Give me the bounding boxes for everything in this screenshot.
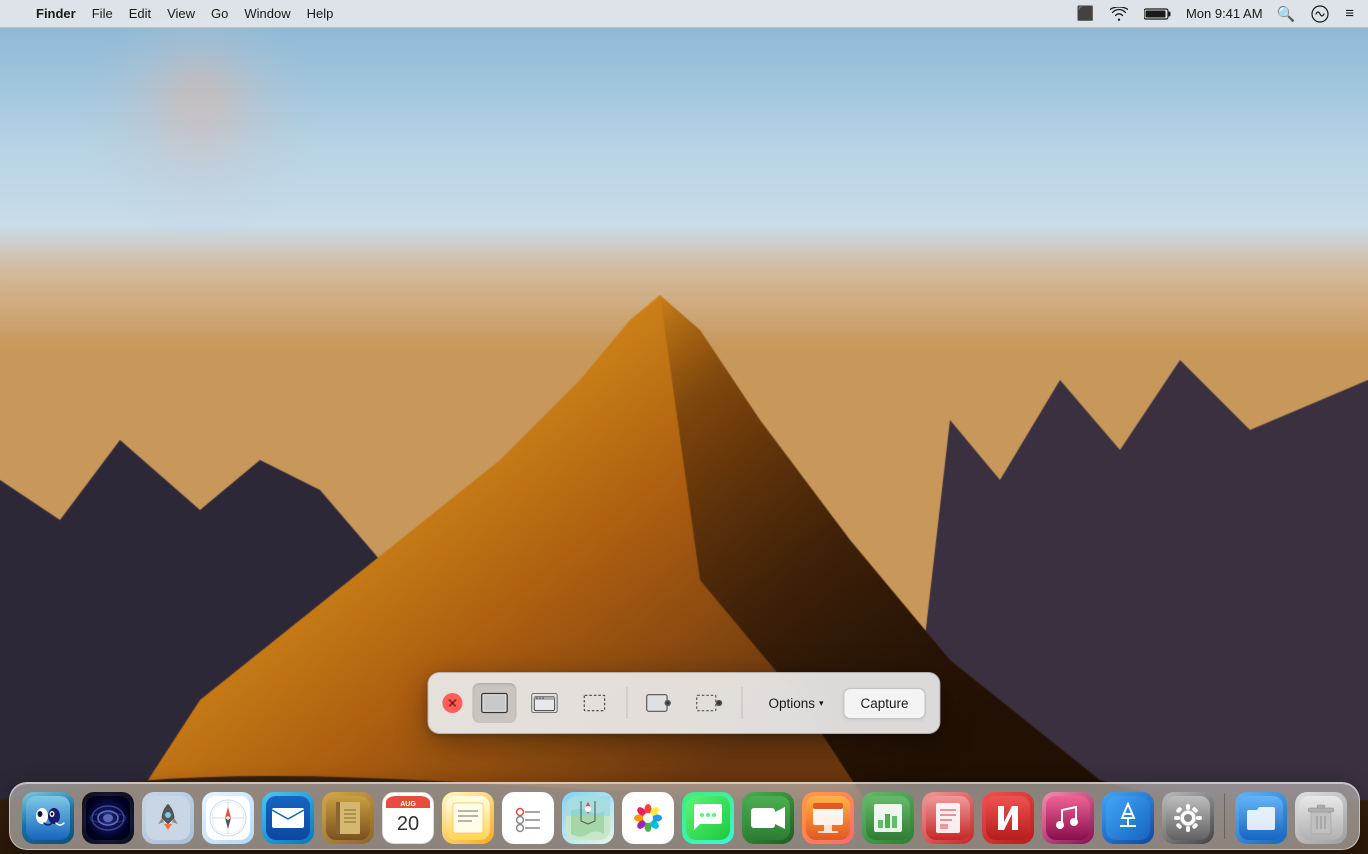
capture-selection-icon bbox=[580, 692, 608, 714]
airplay-icon[interactable]: ⬛ bbox=[1071, 5, 1100, 22]
reminders-icon bbox=[502, 792, 554, 844]
dock-photos[interactable] bbox=[620, 788, 676, 844]
screenshot-toolbar: Options ▾ Capture bbox=[427, 672, 940, 734]
dock-inner: AUG 20 bbox=[9, 782, 1360, 850]
dock-notes-app[interactable] bbox=[320, 788, 376, 844]
pages-icon bbox=[922, 792, 974, 844]
notification-center-icon[interactable]: ≡ bbox=[1339, 5, 1360, 22]
toolbar-separator-1 bbox=[626, 687, 627, 719]
dock-reminders[interactable] bbox=[500, 788, 556, 844]
dock-separator bbox=[1224, 793, 1225, 839]
maps-icon bbox=[562, 792, 614, 844]
dock: AUG 20 bbox=[0, 772, 1368, 854]
siri-icon[interactable] bbox=[1305, 5, 1335, 23]
spotlight-icon[interactable]: 🔍 bbox=[1271, 5, 1302, 23]
siri-icon-dock bbox=[82, 792, 134, 844]
capture-button[interactable]: Capture bbox=[844, 688, 926, 719]
notefile-icon bbox=[322, 792, 374, 844]
dock-notes[interactable] bbox=[440, 788, 496, 844]
apple-menu[interactable] bbox=[8, 0, 28, 27]
dock-messages[interactable] bbox=[680, 788, 736, 844]
dock-news[interactable] bbox=[980, 788, 1036, 844]
record-screen-button[interactable] bbox=[637, 683, 681, 723]
dock-appstore[interactable] bbox=[1100, 788, 1156, 844]
options-button[interactable]: Options ▾ bbox=[756, 690, 835, 717]
finder-face-icon bbox=[26, 796, 70, 840]
file-menu[interactable]: File bbox=[84, 0, 121, 27]
toolbar-close-button[interactable] bbox=[442, 693, 462, 713]
finder-menu[interactable]: Finder bbox=[28, 0, 84, 27]
battery-icon[interactable] bbox=[1138, 7, 1178, 21]
safari-icon bbox=[202, 792, 254, 844]
finder-icon bbox=[22, 792, 74, 844]
capture-fullscreen-icon bbox=[480, 692, 508, 714]
dock-system-prefs[interactable] bbox=[1160, 788, 1216, 844]
dock-music[interactable] bbox=[1040, 788, 1096, 844]
capture-selection-button[interactable] bbox=[572, 683, 616, 723]
files-icon bbox=[1235, 792, 1287, 844]
dock-safari[interactable] bbox=[200, 788, 256, 844]
launchpad-icon bbox=[142, 792, 194, 844]
menubar: Finder File Edit View Go Window Help ⬛ bbox=[0, 0, 1368, 28]
go-menu[interactable]: Go bbox=[203, 0, 236, 27]
keynote-icon bbox=[802, 792, 854, 844]
dock-calendar[interactable]: AUG 20 bbox=[380, 788, 436, 844]
dock-files[interactable] bbox=[1233, 788, 1289, 844]
record-selection-icon bbox=[695, 692, 723, 714]
music-icon bbox=[1042, 792, 1094, 844]
messages-icon bbox=[682, 792, 734, 844]
appstore-icon bbox=[1102, 792, 1154, 844]
dock-maps[interactable] bbox=[560, 788, 616, 844]
facetime-icon bbox=[742, 792, 794, 844]
capture-fullscreen-button[interactable] bbox=[472, 683, 516, 723]
dock-keynote[interactable] bbox=[800, 788, 856, 844]
numbers-icon bbox=[862, 792, 914, 844]
record-selection-button[interactable] bbox=[687, 683, 731, 723]
options-chevron-icon: ▾ bbox=[819, 698, 824, 709]
dock-trash[interactable] bbox=[1293, 788, 1349, 844]
view-menu[interactable]: View bbox=[159, 0, 203, 27]
options-label: Options bbox=[768, 696, 815, 711]
dock-pages[interactable] bbox=[920, 788, 976, 844]
datetime[interactable]: Mon 9:41 AM bbox=[1182, 6, 1267, 21]
capture-window-icon bbox=[530, 692, 558, 714]
wifi-icon[interactable] bbox=[1104, 7, 1134, 21]
dock-mail[interactable] bbox=[260, 788, 316, 844]
dock-siri[interactable] bbox=[80, 788, 136, 844]
trash-icon bbox=[1295, 792, 1347, 844]
menubar-right: ⬛ Mon 9:41 AM 🔍 bbox=[1071, 5, 1361, 23]
edit-menu[interactable]: Edit bbox=[121, 0, 159, 27]
system-prefs-icon bbox=[1162, 792, 1214, 844]
svg-text:20: 20 bbox=[396, 813, 418, 835]
toolbar-separator-2 bbox=[741, 687, 742, 719]
dock-launchpad[interactable] bbox=[140, 788, 196, 844]
news-icon bbox=[982, 792, 1034, 844]
dock-facetime[interactable] bbox=[740, 788, 796, 844]
help-menu[interactable]: Help bbox=[299, 0, 342, 27]
notes-icon bbox=[442, 792, 494, 844]
record-screen-icon bbox=[645, 692, 673, 714]
dock-finder[interactable] bbox=[20, 788, 76, 844]
mail-icon bbox=[262, 792, 314, 844]
svg-text:AUG: AUG bbox=[400, 801, 416, 808]
photos-icon bbox=[622, 792, 674, 844]
capture-window-button[interactable] bbox=[522, 683, 566, 723]
window-menu[interactable]: Window bbox=[236, 0, 298, 27]
calendar-icon: AUG 20 bbox=[382, 792, 434, 844]
dock-numbers[interactable] bbox=[860, 788, 916, 844]
